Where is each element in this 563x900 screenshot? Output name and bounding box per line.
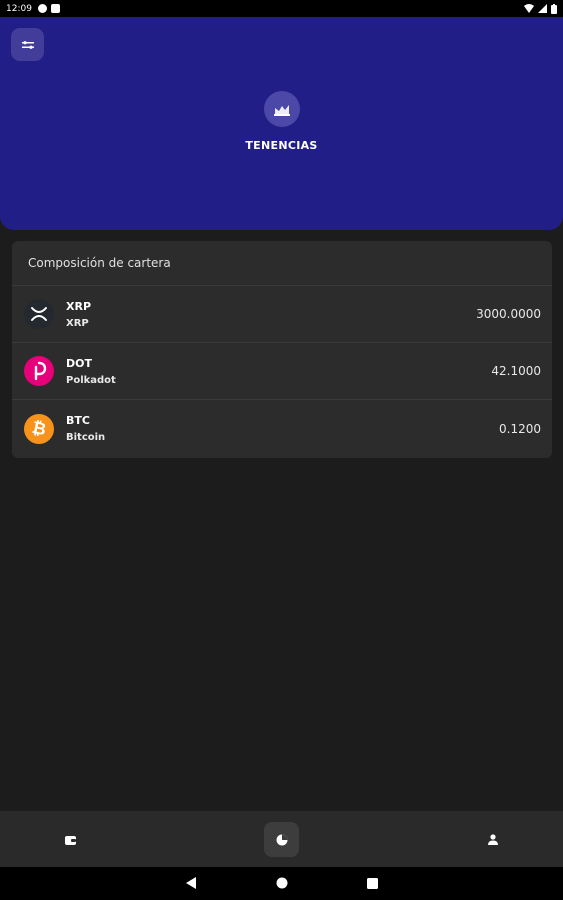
portfolio-card: Composición de cartera XRP XRP 3000.0000… — [12, 241, 552, 458]
recents-icon — [366, 877, 378, 889]
wifi-icon — [524, 4, 534, 13]
list-item[interactable]: XRP XRP 3000.0000 — [12, 286, 552, 343]
coin-name: XRP — [66, 317, 89, 329]
status-bar: 12:09 — [0, 0, 563, 17]
user-icon — [487, 834, 498, 845]
bitcoin-icon: ₿ — [24, 413, 54, 444]
home-icon — [276, 877, 288, 889]
back-button[interactable] — [184, 876, 198, 890]
coin-amount: 42.1000 — [491, 364, 541, 378]
sim-icon — [50, 4, 60, 13]
coin-name: Bitcoin — [66, 432, 106, 443]
home-button[interactable] — [275, 876, 289, 890]
polkadot-icon — [24, 356, 54, 386]
page-title: TENENCIAS — [245, 139, 318, 152]
battery-icon — [551, 3, 557, 14]
menu-button[interactable] — [11, 28, 44, 61]
bottom-nav — [0, 811, 563, 867]
coin-symbol: BTC — [66, 414, 90, 427]
nav-profile[interactable] — [475, 822, 510, 857]
holdings-icon — [264, 91, 300, 127]
status-time: 12:09 — [6, 3, 32, 14]
coin-amount: 3000.0000 — [476, 307, 541, 321]
xrp-icon — [24, 299, 54, 329]
notification-icon — [37, 4, 47, 13]
recents-button[interactable] — [365, 876, 379, 890]
signal-icon — [538, 4, 547, 13]
coin-name: Polkadot — [66, 374, 116, 386]
header: TENENCIAS — [0, 17, 563, 230]
nav-wallet[interactable] — [53, 822, 88, 857]
portfolio-title: Composición de cartera — [12, 241, 552, 286]
system-nav-bar — [0, 867, 563, 900]
pie-chart-icon — [276, 834, 287, 845]
coin-symbol: DOT — [66, 356, 92, 370]
list-item[interactable]: ₿ BTC Bitcoin 0.1200 — [12, 400, 552, 457]
back-icon — [185, 877, 196, 889]
sliders-icon — [21, 40, 34, 49]
coin-symbol: XRP — [66, 299, 92, 313]
nav-portfolio[interactable] — [264, 822, 299, 857]
wallet-icon — [65, 835, 76, 845]
coin-amount: 0.1200 — [499, 421, 541, 436]
list-item[interactable]: DOT Polkadot 42.1000 — [12, 343, 552, 400]
